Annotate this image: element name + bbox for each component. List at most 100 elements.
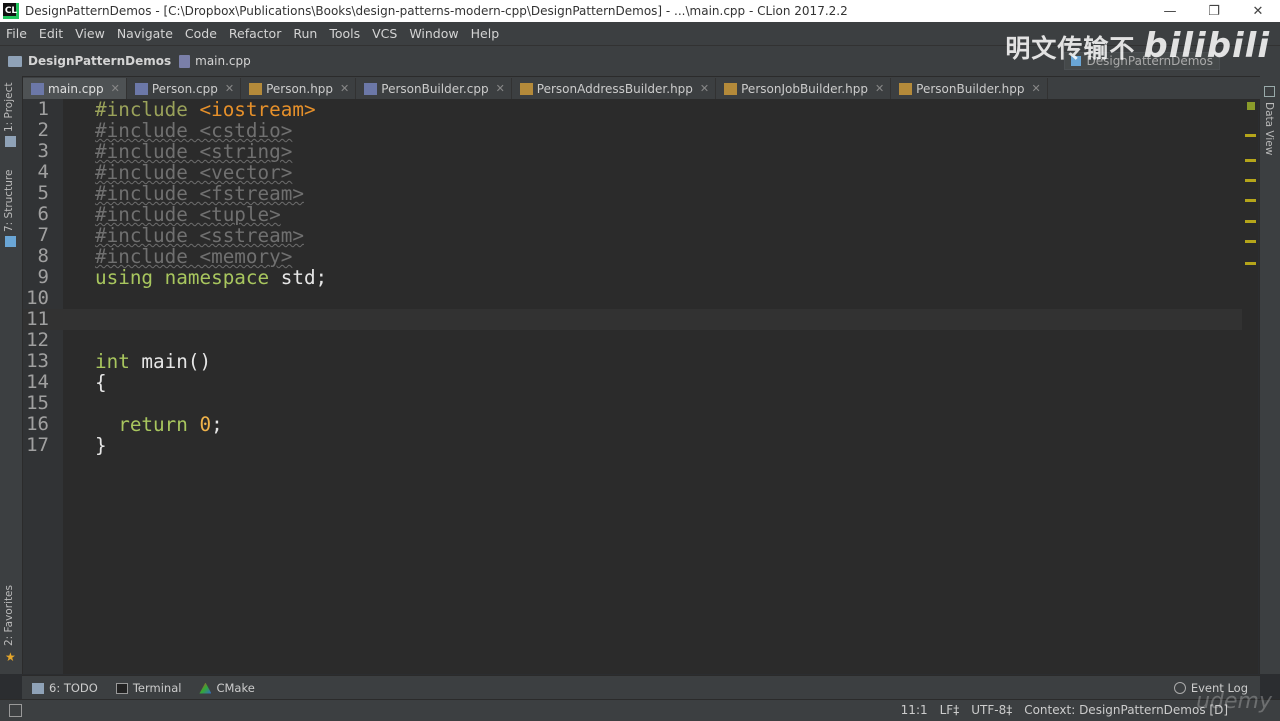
line-number: 10 (26, 287, 49, 309)
tab-personbuilder-hpp[interactable]: PersonBuilder.hpp ✕ (891, 78, 1048, 99)
line-number: 6 (37, 203, 49, 225)
warning-marker[interactable] (1245, 134, 1256, 137)
tool-window-cmake[interactable]: CMake (199, 681, 255, 695)
line-number: 11 (26, 308, 49, 330)
tool-window-favorites[interactable]: 2: Favorites (3, 585, 15, 646)
warning-marker[interactable] (1245, 159, 1256, 162)
line-number: 17 (26, 434, 49, 456)
line-code: #include <iostream> (95, 99, 316, 120)
code-token: #include <vector> (95, 161, 293, 184)
code-token: #include (95, 98, 200, 121)
error-stripe[interactable] (1242, 99, 1258, 674)
close-tab-icon[interactable]: ✕ (875, 82, 884, 95)
cmake-icon (199, 682, 212, 694)
code-token: return (118, 413, 188, 436)
code-line[interactable]: 3 #include <string> (23, 141, 1258, 163)
restore-button[interactable]: ❐ (1192, 0, 1236, 22)
code-line[interactable]: 13 int main() (23, 350, 1258, 373)
code-line[interactable]: 6 #include <tuple> (23, 203, 1258, 226)
line-code: #include <memory> (95, 246, 292, 267)
project-tool-icon (5, 136, 16, 147)
tab-personbuilder-cpp[interactable]: PersonBuilder.cpp ✕ (356, 78, 512, 99)
menu-vcs[interactable]: VCS (366, 26, 403, 41)
warning-marker[interactable] (1245, 220, 1256, 223)
cmake-label: CMake (216, 681, 255, 695)
code-line[interactable]: 12 (23, 330, 1258, 351)
close-button[interactable]: ✕ (1236, 0, 1280, 22)
warning-marker[interactable] (1245, 240, 1256, 243)
inspection-status-icon[interactable] (1247, 102, 1255, 110)
code-line[interactable]: 16 return 0; (23, 413, 1258, 436)
tool-window-project[interactable]: 1: Project (3, 83, 15, 132)
code-line[interactable]: 9 using namespace std; (23, 267, 1258, 289)
tool-window-bar: 6: TODO Terminal CMake Event Log (22, 675, 1260, 700)
menu-window[interactable]: Window (403, 26, 464, 41)
tool-window-data-view[interactable]: Data View (1263, 102, 1275, 155)
breadcrumb-file[interactable]: main.cpp (179, 54, 251, 68)
menu-view[interactable]: View (69, 26, 111, 41)
event-log-icon (1173, 682, 1186, 694)
code-token: <iostream> (199, 98, 316, 121)
warning-marker[interactable] (1245, 199, 1256, 202)
menu-navigate[interactable]: Navigate (111, 26, 179, 41)
menu-code[interactable]: Code (179, 26, 223, 41)
menu-tools[interactable]: Tools (323, 26, 366, 41)
tool-window-structure[interactable]: 7: Structure (3, 170, 15, 232)
close-tab-icon[interactable]: ✕ (340, 82, 349, 95)
caret-position[interactable]: 11:1 (901, 703, 928, 717)
code-line[interactable]: 15 (23, 393, 1258, 414)
tab-label: PersonJobBuilder.hpp (741, 81, 868, 96)
menu-help[interactable]: Help (465, 26, 506, 41)
code-line[interactable]: 8 #include <memory> (23, 246, 1258, 268)
code-line[interactable]: 2 #include <cstdio> (23, 120, 1258, 142)
tab-personjobbuilder-hpp[interactable]: PersonJobBuilder.hpp ✕ (716, 78, 892, 99)
code-line[interactable]: 10 (23, 288, 1258, 309)
minimize-button[interactable]: — (1148, 0, 1192, 22)
code-token: { (95, 371, 107, 394)
line-number: 13 (26, 350, 49, 372)
file-encoding[interactable]: UTF-8‡ (971, 703, 1012, 717)
tab-main-cpp[interactable]: main.cpp ✕ (23, 78, 127, 99)
tool-window-terminal[interactable]: Terminal (115, 681, 181, 695)
close-tab-icon[interactable]: ✕ (111, 82, 120, 95)
line-number: 4 (37, 161, 49, 183)
code-token: 0 (199, 413, 212, 436)
close-tab-icon[interactable]: ✕ (225, 82, 234, 95)
window-title: DesignPatternDemos - [C:\Dropbox\Publica… (25, 4, 848, 18)
header-file-icon (899, 82, 913, 95)
code-line[interactable]: 14 { (23, 371, 1258, 394)
code-line[interactable]: 1 #include <iostream> (23, 99, 1258, 121)
breadcrumb-project[interactable]: DesignPatternDemos (8, 54, 171, 68)
header-file-icon (724, 82, 738, 95)
warning-marker[interactable] (1245, 262, 1256, 265)
menu-run[interactable]: Run (287, 26, 323, 41)
line-code: } (95, 435, 107, 456)
tab-person-cpp[interactable]: Person.cpp ✕ (127, 78, 242, 99)
close-tab-icon[interactable]: ✕ (1032, 82, 1041, 95)
menu-file[interactable]: File (0, 26, 33, 41)
tab-person-hpp[interactable]: Person.hpp ✕ (241, 78, 357, 99)
status-bar: 11:1 LF‡ UTF-8‡ Context: DesignPatternDe… (0, 699, 1280, 721)
code-line[interactable]: 5 #include <fstream> (23, 183, 1258, 205)
video-watermark: 明文传输不 bilibili (1005, 26, 1270, 66)
code-line[interactable]: 11 (23, 309, 1258, 330)
line-code: #include <tuple> (95, 204, 281, 225)
close-tab-icon[interactable]: ✕ (496, 82, 505, 95)
menu-refactor[interactable]: Refactor (223, 26, 287, 41)
warning-marker[interactable] (1245, 179, 1256, 182)
menu-edit[interactable]: Edit (33, 26, 69, 41)
code-token: main() (129, 350, 212, 373)
code-line[interactable]: 7 #include <sstream> (23, 225, 1258, 247)
code-line[interactable]: 17} (23, 434, 1258, 457)
tab-label: PersonAddressBuilder.hpp (536, 81, 693, 96)
close-tab-icon[interactable]: ✕ (700, 82, 709, 95)
line-code: int main() (95, 351, 211, 372)
tab-personaddressbuilder-hpp[interactable]: PersonAddressBuilder.hpp ✕ (512, 78, 717, 99)
cpp-file-icon (364, 82, 378, 95)
watermark-text: 明文传输不 (1005, 34, 1136, 63)
tool-window-todo[interactable]: 6: TODO (32, 681, 98, 695)
code-line[interactable]: 4 #include <vector> (23, 161, 1258, 184)
code-editor[interactable]: 1 #include <iostream> 2 #include <cstdio> 3 #… (23, 99, 1258, 674)
toggle-tool-windows-icon[interactable] (9, 704, 22, 717)
line-separator[interactable]: LF‡ (940, 703, 960, 717)
